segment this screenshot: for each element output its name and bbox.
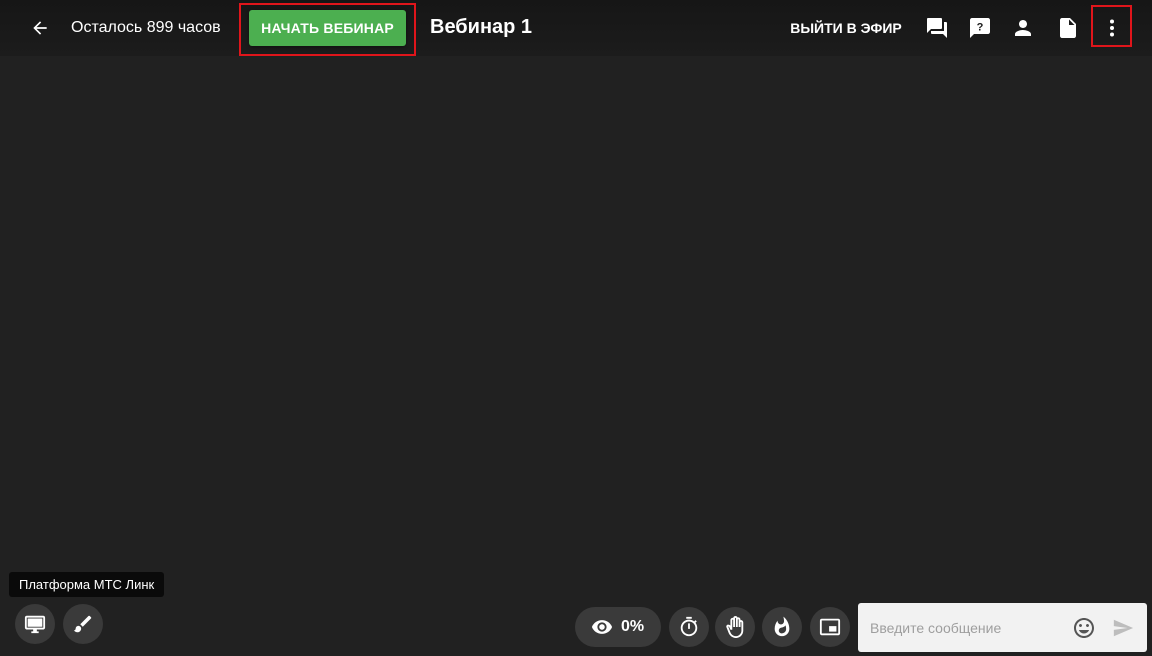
reaction-button[interactable] xyxy=(762,607,802,647)
monitor-icon xyxy=(24,615,46,634)
whiteboard-button[interactable] xyxy=(63,604,103,644)
timer-icon xyxy=(680,616,698,637)
viewers-percent: 0% xyxy=(621,618,645,635)
more-options-button[interactable] xyxy=(1096,12,1128,44)
screen-share-button[interactable] xyxy=(15,604,55,644)
chat-button[interactable] xyxy=(921,12,953,44)
viewers-indicator[interactable]: 0% xyxy=(575,607,661,647)
back-button[interactable] xyxy=(24,12,56,44)
emoji-button[interactable] xyxy=(1071,615,1097,641)
emoji-icon xyxy=(1074,618,1094,638)
timer-button[interactable] xyxy=(669,607,709,647)
picture-in-picture-icon xyxy=(819,618,841,636)
eye-icon xyxy=(591,620,613,634)
person-icon xyxy=(1015,20,1031,36)
question-icon: ? xyxy=(970,18,990,38)
start-webinar-button[interactable]: НАЧАТЬ ВЕБИНАР xyxy=(249,10,406,46)
chat-compose xyxy=(858,603,1147,652)
chat-icon xyxy=(927,18,947,38)
go-live-button[interactable]: ВЫЙТИ В ЭФИР xyxy=(784,16,908,40)
participants-button[interactable] xyxy=(1007,12,1039,44)
hand-icon xyxy=(726,616,744,638)
svg-text:?: ? xyxy=(977,22,984,34)
fire-icon xyxy=(774,616,790,637)
more-vertical-icon xyxy=(1110,19,1114,37)
questions-button[interactable]: ? xyxy=(964,12,996,44)
raise-hand-button[interactable] xyxy=(715,607,755,647)
files-button[interactable] xyxy=(1052,12,1084,44)
platform-tooltip: Платформа МТС Линк xyxy=(9,572,165,597)
top-bar: Осталось 899 часов НАЧАТЬ ВЕБИНАР Вебина… xyxy=(0,0,1152,56)
message-input[interactable] xyxy=(858,603,1068,652)
picture-in-picture-button[interactable] xyxy=(810,607,850,647)
page-title: Вебинар 1 xyxy=(430,16,533,38)
brush-icon xyxy=(73,615,92,633)
back-arrow-icon xyxy=(33,21,47,35)
send-button[interactable] xyxy=(1110,615,1136,641)
time-remaining: Осталось 899 часов xyxy=(71,19,221,36)
document-icon xyxy=(1060,18,1076,38)
send-icon xyxy=(1113,619,1134,637)
webinar-room: Осталось 899 часов НАЧАТЬ ВЕБИНАР Вебина… xyxy=(0,0,1152,656)
